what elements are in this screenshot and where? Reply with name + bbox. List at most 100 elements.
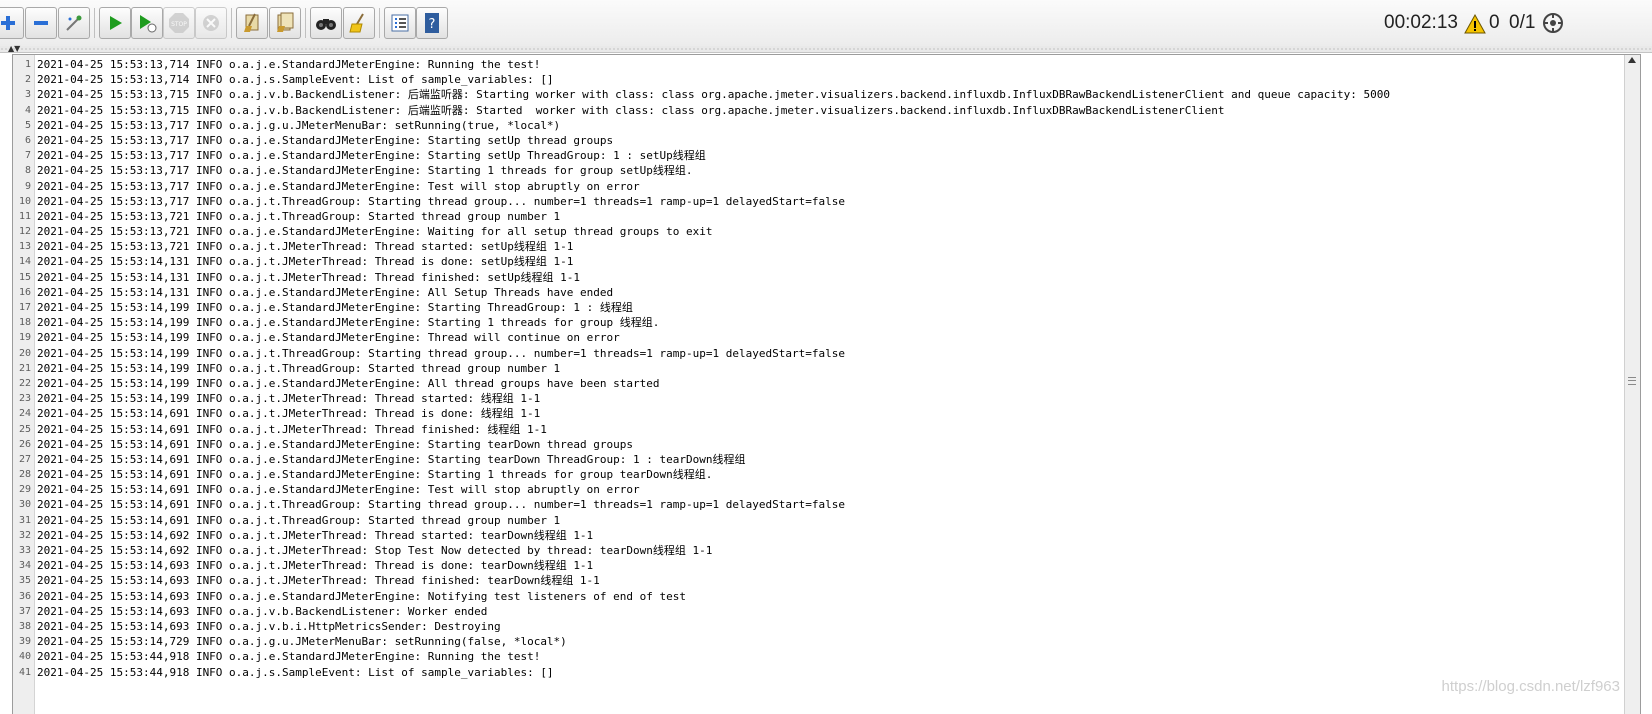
log-text: 2021-04-25 15:53:14,199 INFO o.a.j.t.Thr…	[37, 361, 561, 375]
line-number: 5	[24, 119, 31, 131]
split-pane-divider[interactable]: ▲▼	[0, 45, 1652, 53]
log-text: 2021-04-25 15:53:14,131 INFO o.a.j.t.JMe…	[37, 270, 580, 284]
line-number: 33	[18, 545, 31, 556]
line-number: 8	[24, 165, 31, 177]
log-line: 1 2021-04-25 15:53:13,714 INFO o.a.j.e.St…	[13, 57, 1390, 72]
log-line: 17 2021-04-25 15:53:14,199 INFO o.a.j.e.S…	[13, 300, 1390, 315]
search-button[interactable]	[310, 7, 342, 39]
log-text: 2021-04-25 15:53:14,691 INFO o.a.j.e.Sta…	[37, 452, 746, 466]
log-line: 33 2021-04-25 15:53:14,692 INFO o.a.j.t.J…	[13, 543, 1390, 558]
toggle-wand-icon	[66, 15, 82, 31]
line-number: 18	[18, 317, 31, 329]
log-text: 2021-04-25 15:53:13,717 INFO o.a.j.e.Sta…	[37, 179, 640, 193]
line-number: 22	[18, 377, 31, 389]
log-line: 26 2021-04-25 15:53:14,691 INFO o.a.j.e.S…	[13, 437, 1390, 452]
log-text: 2021-04-25 15:53:14,199 INFO o.a.j.t.Thr…	[37, 346, 845, 360]
start-no-pauses-button[interactable]	[131, 7, 163, 39]
log-text: 2021-04-25 15:53:14,693 INFO o.a.j.e.Sta…	[37, 589, 687, 603]
log-text: 2021-04-25 15:53:14,692 INFO o.a.j.t.JMe…	[37, 528, 594, 542]
log-text: 2021-04-25 15:53:13,714 INFO o.a.j.s.Sam…	[37, 73, 554, 87]
reset-search-button[interactable]	[343, 7, 375, 39]
toolbar: STOP ? 00:02:13 0 0/1	[0, 0, 1652, 47]
log-line: 2 2021-04-25 15:53:13,714 INFO o.a.j.s.Sa…	[13, 72, 1390, 87]
shutdown-icon	[203, 15, 219, 31]
log-text: 2021-04-25 15:53:13,717 INFO o.a.j.e.Sta…	[37, 164, 693, 178]
line-number: 2	[24, 74, 31, 86]
svg-text:?: ?	[429, 17, 436, 32]
scroll-grip-icon[interactable]	[1628, 377, 1636, 385]
divider-arrows-icon[interactable]: ▲▼	[8, 45, 20, 53]
log-line: 28 2021-04-25 15:53:14,691 INFO o.a.j.e.S…	[13, 467, 1390, 482]
warning-icon[interactable]	[1464, 1, 1486, 47]
collapse-button[interactable]	[25, 7, 57, 39]
log-text: 2021-04-25 15:53:14,693 INFO o.a.j.t.JMe…	[37, 559, 594, 573]
function-helper-button[interactable]	[384, 7, 416, 39]
line-number: 28	[18, 469, 31, 481]
log-line: 37 2021-04-25 15:53:14,693 INFO o.a.j.v.b…	[13, 604, 1390, 619]
log-line: 35 2021-04-25 15:53:14,693 INFO o.a.j.t.J…	[13, 573, 1390, 588]
vertical-scrollbar[interactable]	[1624, 55, 1640, 714]
log-line: 10 2021-04-25 15:53:13,717 INFO o.a.j.t.T…	[13, 194, 1390, 209]
log-text: 2021-04-25 15:53:14,199 INFO o.a.j.t.JMe…	[37, 392, 541, 406]
line-number: 29	[18, 484, 31, 496]
broom-clear-all-icon	[277, 12, 294, 32]
log-line: 39 2021-04-25 15:53:14,729 INFO o.a.j.g.u…	[13, 634, 1390, 649]
clear-all-button[interactable]	[269, 7, 301, 39]
line-number: 23	[18, 393, 31, 405]
log-text: 2021-04-25 15:53:14,199 INFO o.a.j.e.Sta…	[37, 376, 660, 390]
line-number: 13	[18, 241, 31, 253]
play-timer-icon	[140, 15, 157, 33]
log-text: 2021-04-25 15:53:14,693 INFO o.a.j.v.b.B…	[37, 604, 488, 618]
log-text: 2021-04-25 15:53:14,691 INFO o.a.j.e.Sta…	[37, 437, 634, 451]
help-button[interactable]: ?	[416, 7, 448, 39]
log-line: 4 2021-04-25 15:53:13,715 INFO o.a.j.v.b.…	[13, 103, 1390, 118]
log-text: 2021-04-25 15:53:14,199 INFO o.a.j.e.Sta…	[37, 331, 620, 345]
list-icon	[391, 14, 409, 32]
line-number: 24	[18, 408, 31, 420]
expand-button[interactable]	[0, 7, 24, 39]
line-number: 38	[18, 620, 31, 632]
log-line: 34 2021-04-25 15:53:14,693 INFO o.a.j.t.J…	[13, 558, 1390, 573]
log-text: 2021-04-25 15:53:13,717 INFO o.a.j.e.Sta…	[37, 133, 614, 147]
line-number: 26	[18, 438, 31, 450]
line-number: 36	[18, 590, 31, 602]
log-line: 9 2021-04-25 15:53:13,717 INFO o.a.j.e.St…	[13, 179, 1390, 194]
stop-button[interactable]: STOP	[163, 7, 195, 39]
log-viewer[interactable]: 1 2021-04-25 15:53:13,714 INFO o.a.j.e.St…	[12, 54, 1641, 714]
log-line: 15 2021-04-25 15:53:14,131 INFO o.a.j.t.J…	[13, 270, 1390, 285]
log-line: 21 2021-04-25 15:53:14,199 INFO o.a.j.t.T…	[13, 361, 1390, 376]
line-number: 10	[18, 195, 31, 207]
log-line: 31 2021-04-25 15:53:14,691 INFO o.a.j.t.T…	[13, 513, 1390, 528]
line-number: 15	[18, 271, 31, 283]
log-text: 2021-04-25 15:53:13,717 INFO o.a.j.g.u.J…	[37, 118, 561, 132]
line-number: 21	[18, 362, 31, 374]
line-number: 32	[18, 529, 31, 541]
line-number: 39	[18, 636, 31, 648]
log-line: 41 2021-04-25 15:53:44,918 INFO o.a.j.s.S…	[13, 665, 1390, 680]
log-text: 2021-04-25 15:53:13,721 INFO o.a.j.e.Sta…	[37, 225, 713, 239]
line-number: 4	[24, 104, 31, 116]
start-button[interactable]	[99, 7, 131, 39]
clear-button[interactable]	[236, 7, 268, 39]
line-number: 31	[18, 514, 31, 526]
log-text: 2021-04-25 15:53:14,691 INFO o.a.j.e.Sta…	[37, 483, 640, 497]
warning-count: 0	[1489, 12, 1500, 33]
log-line: 32 2021-04-25 15:53:14,692 INFO o.a.j.t.J…	[13, 528, 1390, 543]
line-number: 7	[24, 150, 31, 162]
log-text: 2021-04-25 15:53:13,715 INFO o.a.j.v.b.B…	[37, 88, 1391, 102]
log-text: 2021-04-25 15:53:14,131 INFO o.a.j.t.JMe…	[37, 255, 574, 269]
log-text: 2021-04-25 15:53:14,691 INFO o.a.j.t.Thr…	[37, 513, 561, 527]
log-line: 19 2021-04-25 15:53:14,199 INFO o.a.j.e.S…	[13, 330, 1390, 345]
play-icon	[110, 16, 122, 30]
shutdown-button[interactable]	[195, 7, 227, 39]
scroll-up-icon[interactable]	[1628, 57, 1636, 63]
log-text: 2021-04-25 15:53:14,729 INFO o.a.j.g.u.J…	[37, 635, 567, 649]
plus-icon	[1, 16, 15, 30]
stop-icon: STOP	[169, 13, 189, 33]
line-number: 3	[24, 89, 31, 101]
log-line: 29 2021-04-25 15:53:14,691 INFO o.a.j.e.S…	[13, 482, 1390, 497]
log-text: 2021-04-25 15:53:13,714 INFO o.a.j.e.Sta…	[37, 58, 541, 71]
log-text: 2021-04-25 15:53:14,691 INFO o.a.j.t.JMe…	[37, 407, 541, 421]
log-text: 2021-04-25 15:53:44,918 INFO o.a.j.e.Sta…	[37, 650, 541, 664]
toggle-button[interactable]	[58, 7, 90, 39]
